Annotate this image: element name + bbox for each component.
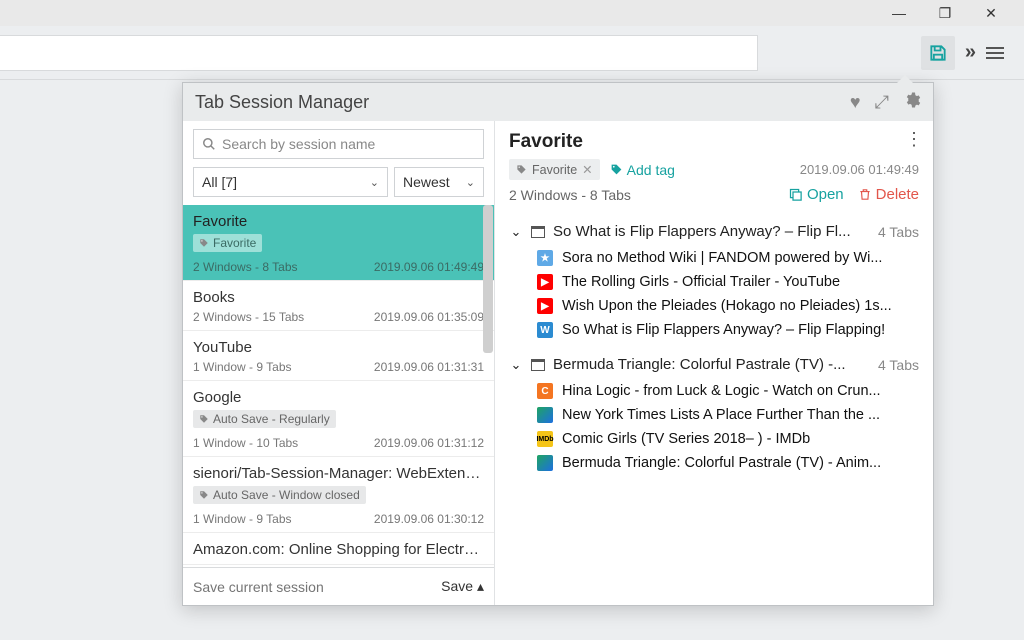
search-placeholder: Search by session name	[222, 136, 375, 152]
chevron-down-icon[interactable]: ⌄	[509, 357, 523, 373]
tab-item[interactable]: C Hina Logic - from Luck & Logic - Watch…	[509, 379, 919, 403]
filter-select[interactable]: All [7]⌄	[193, 167, 388, 197]
window-group-header[interactable]: ⌄ So What is Flip Flappers Anyway? – Fli…	[509, 217, 919, 246]
save-button[interactable]: Save ▴	[441, 578, 484, 595]
tab-item[interactable]: IMDb Comic Girls (TV Series 2018– ) - IM…	[509, 427, 919, 451]
session-tag-chip: Auto Save - Window closed	[193, 486, 366, 504]
session-timestamp: 2019.09.06 01:49:49	[374, 260, 484, 274]
detail-tag-chip[interactable]: Favorite ✕	[509, 159, 600, 180]
chevron-down-icon: ⌄	[466, 176, 475, 189]
tab-title: Sora no Method Wiki | FANDOM powered by …	[562, 250, 919, 266]
extension-button[interactable]	[921, 36, 955, 70]
tab-item[interactable]: Bermuda Triangle: Colorful Pastrale (TV)…	[509, 451, 919, 475]
expand-icon[interactable]: ⤢	[875, 92, 889, 113]
session-title: sienori/Tab-Session-Manager: WebExtensi.…	[193, 465, 484, 482]
session-title: Amazon.com: Online Shopping for Electro.…	[193, 541, 484, 558]
session-timestamp: 2019.09.06 01:31:12	[374, 436, 484, 450]
session-item[interactable]: Amazon.com: Online Shopping for Electro.…	[183, 533, 494, 565]
scrollbar-thumb[interactable]	[483, 205, 493, 353]
favicon: IMDb	[537, 431, 553, 447]
window-groups: ⌄ So What is Flip Flappers Anyway? – Fli…	[509, 217, 919, 483]
tab-title: New York Times Lists A Place Further Tha…	[562, 407, 919, 423]
session-meta: 1 Window - 9 Tabs	[193, 360, 292, 374]
window-group-title: Bermuda Triangle: Colorful Pastrale (TV)…	[553, 356, 870, 373]
session-item[interactable]: Google Auto Save - Regularly 1 Window - 10…	[183, 381, 494, 457]
window-tab-count: 4 Tabs	[878, 224, 919, 240]
favicon: ▶	[537, 298, 553, 314]
detail-summary: 2 Windows - 8 Tabs	[509, 187, 631, 203]
overflow-chevron-icon[interactable]: »	[965, 41, 976, 64]
session-item[interactable]: sienori/Tab-Session-Manager: WebExtensi.…	[183, 457, 494, 533]
sort-select[interactable]: Newest⌄	[394, 167, 484, 197]
session-title: Google	[193, 389, 484, 406]
url-bar[interactable]	[0, 35, 758, 71]
favicon: W	[537, 322, 553, 338]
session-tag-chip: Auto Save - Regularly	[193, 410, 336, 428]
window-group-header[interactable]: ⌄ Bermuda Triangle: Colorful Pastrale (T…	[509, 350, 919, 379]
session-title: Books	[193, 289, 484, 306]
hamburger-menu-icon[interactable]	[986, 47, 1004, 59]
session-timestamp: 2019.09.06 01:35:09	[374, 310, 484, 324]
open-button[interactable]: Open	[788, 186, 844, 203]
tab-item[interactable]: New York Times Lists A Place Further Tha…	[509, 403, 919, 427]
extension-popup: Tab Session Manager ♥ ⤢ Search by sessio…	[182, 82, 934, 606]
chevron-down-icon[interactable]: ⌄	[509, 224, 523, 240]
tab-title: Bermuda Triangle: Colorful Pastrale (TV)…	[562, 455, 919, 471]
favicon: ▶	[537, 274, 553, 290]
session-title: Favorite	[193, 213, 484, 230]
session-meta: 2 Windows - 8 Tabs	[193, 260, 298, 274]
heart-icon[interactable]: ♥	[850, 92, 861, 113]
favicon	[537, 407, 553, 423]
add-tag-button[interactable]: Add tag	[610, 162, 675, 178]
window-group-title: So What is Flip Flappers Anyway? – Flip …	[553, 223, 870, 240]
save-session-row: Save ▴	[183, 567, 494, 605]
tab-title: So What is Flip Flappers Anyway? – Flip …	[562, 322, 919, 338]
favicon	[537, 455, 553, 471]
panel-header: Tab Session Manager ♥ ⤢	[183, 83, 933, 121]
tab-title: Wish Upon the Pleiades (Hokago no Pleiad…	[562, 298, 919, 314]
panel-title: Tab Session Manager	[195, 92, 369, 113]
save-session-input[interactable]	[193, 579, 433, 595]
delete-button[interactable]: Delete	[858, 186, 919, 203]
tab-item[interactable]: ▶ The Rolling Girls - Official Trailer -…	[509, 270, 919, 294]
gear-icon[interactable]	[903, 91, 921, 114]
search-input[interactable]: Search by session name	[193, 129, 484, 159]
session-meta: 1 Window - 10 Tabs	[193, 436, 298, 450]
detail-timestamp: 2019.09.06 01:49:49	[800, 162, 919, 177]
minimize-button[interactable]: —	[876, 5, 922, 21]
tab-title: Hina Logic - from Luck & Logic - Watch o…	[562, 383, 919, 399]
session-list: Favorite Favorite 2 Windows - 8 Tabs 2019.0…	[183, 205, 494, 567]
session-item[interactable]: YouTube 1 Window - 9 Tabs 2019.09.06 01:31…	[183, 331, 494, 381]
window-tab-count: 4 Tabs	[878, 357, 919, 373]
browser-toolbar: »	[0, 26, 1024, 80]
session-meta: 2 Windows - 15 Tabs	[193, 310, 304, 324]
tab-item[interactable]: ★ Sora no Method Wiki | FANDOM powered b…	[509, 246, 919, 270]
session-item[interactable]: Favorite Favorite 2 Windows - 8 Tabs 2019.0…	[183, 205, 494, 281]
maximize-button[interactable]: ❐	[922, 5, 968, 22]
window-icon	[531, 359, 545, 371]
tab-item[interactable]: W So What is Flip Flappers Anyway? – Fli…	[509, 318, 919, 342]
tab-item[interactable]: ▶ Wish Upon the Pleiades (Hokago no Plei…	[509, 294, 919, 318]
session-tag-chip: Favorite	[193, 234, 262, 252]
session-item[interactable]: Books 2 Windows - 15 Tabs 2019.09.06 01:35…	[183, 281, 494, 331]
session-timestamp: 2019.09.06 01:30:12	[374, 512, 484, 526]
chevron-down-icon: ⌄	[370, 176, 379, 189]
tab-title: The Rolling Girls - Official Trailer - Y…	[562, 274, 919, 290]
remove-tag-icon[interactable]: ✕	[582, 162, 592, 177]
detail-title: Favorite	[509, 131, 919, 153]
session-title: YouTube	[193, 339, 484, 356]
session-timestamp: 2019.09.06 01:31:31	[374, 360, 484, 374]
kebab-menu-icon[interactable]: ⋮	[905, 129, 923, 150]
session-meta: 1 Window - 9 Tabs	[193, 512, 292, 526]
session-detail-pane: Favorite ⋮ Favorite ✕ Add tag 2019.09.06…	[495, 121, 933, 605]
favicon: C	[537, 383, 553, 399]
tab-title: Comic Girls (TV Series 2018– ) - IMDb	[562, 431, 919, 447]
session-list-pane: Search by session name All [7]⌄ Newest⌄ …	[183, 121, 495, 605]
close-button[interactable]: ✕	[968, 5, 1014, 22]
window-icon	[531, 226, 545, 238]
favicon: ★	[537, 250, 553, 266]
window-titlebar: — ❐ ✕	[0, 0, 1024, 26]
